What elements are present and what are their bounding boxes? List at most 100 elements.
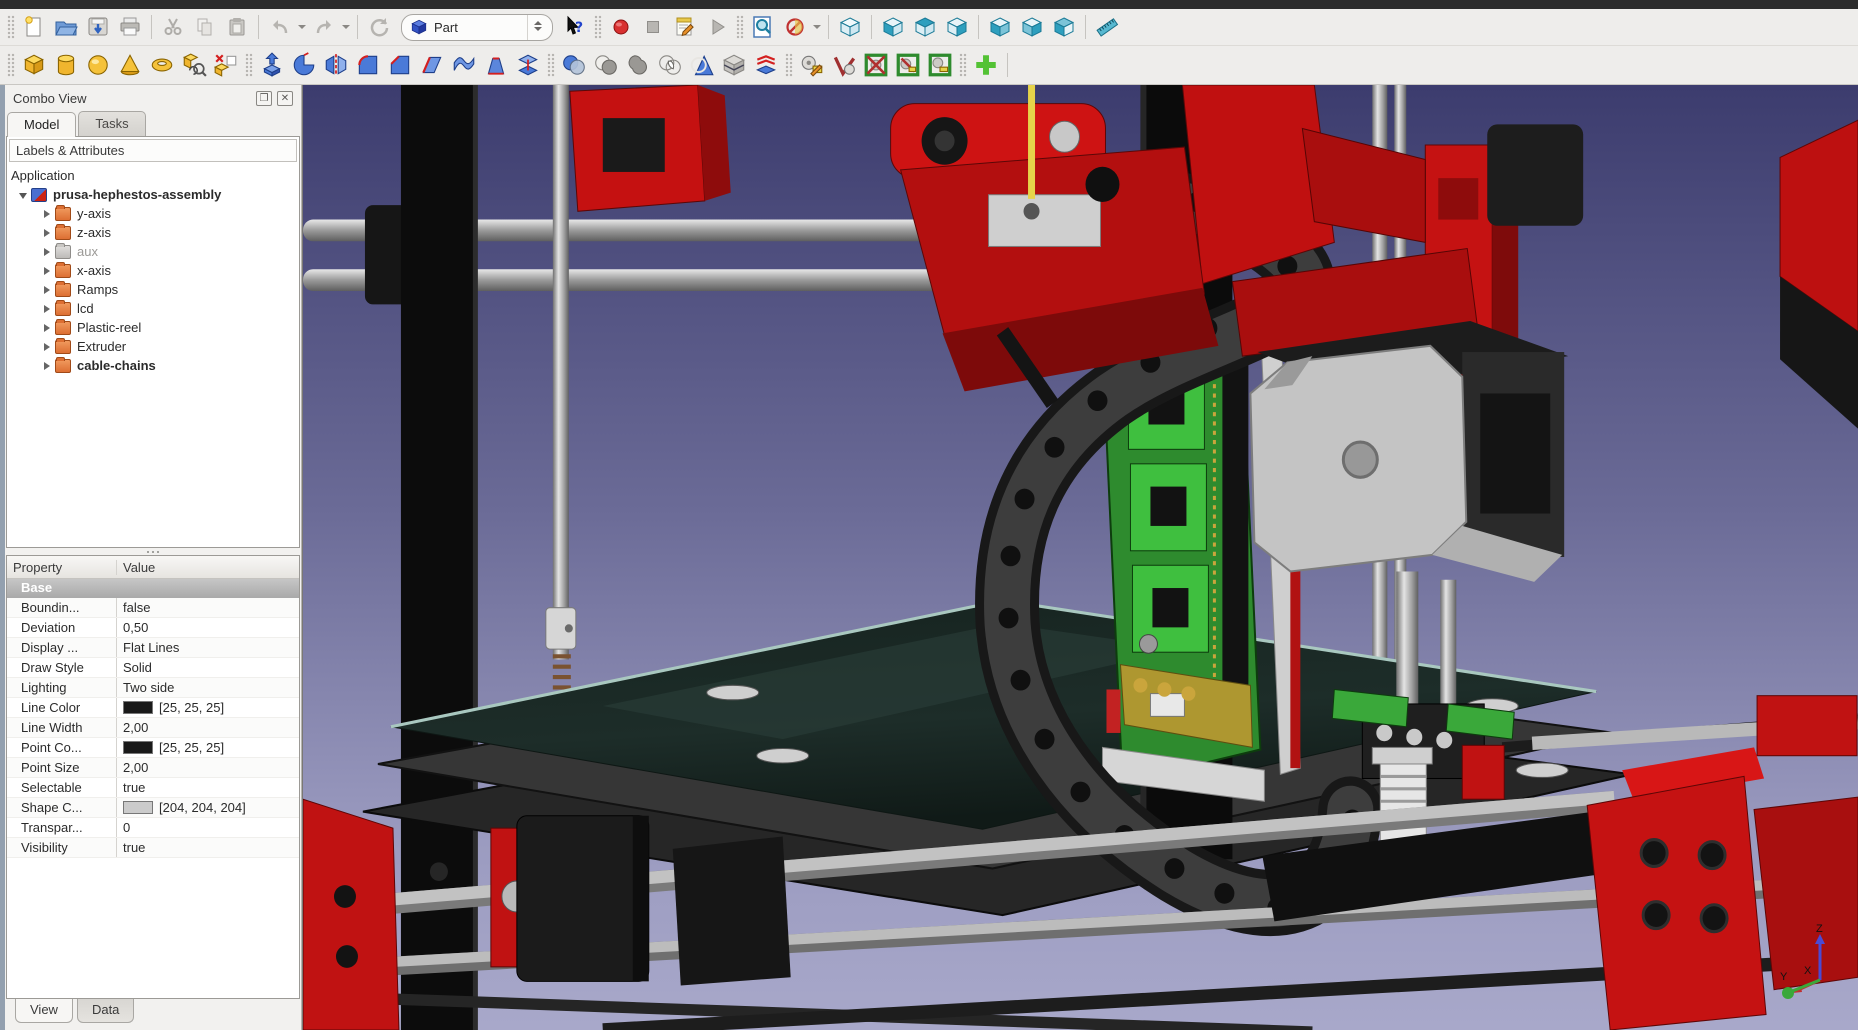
property-row-bounding[interactable]: Boundin...false [7, 598, 299, 618]
print-button[interactable] [114, 12, 146, 42]
redo-button[interactable] [308, 12, 340, 42]
view-front-button[interactable] [877, 12, 909, 42]
property-group-base[interactable]: Base [7, 579, 299, 598]
measure-toggle-3d-button[interactable] [892, 50, 924, 80]
panel-float-button[interactable]: ❐ [256, 91, 272, 106]
toolbar-handle[interactable] [959, 53, 967, 77]
cross-sections-button[interactable] [718, 50, 750, 80]
toolbar-handle[interactable] [547, 53, 555, 77]
measure-toggle-delta-button[interactable] [924, 50, 956, 80]
whats-this-button[interactable]: ? [559, 12, 591, 42]
sweep-button[interactable] [512, 50, 544, 80]
compound-button[interactable] [750, 50, 782, 80]
expand-icon[interactable] [44, 305, 50, 313]
tree-item-plastic-reel[interactable]: Plastic-reel [11, 318, 295, 337]
toolbar-handle[interactable] [7, 15, 15, 39]
tab-model[interactable]: Model [7, 112, 76, 137]
ruled-surface-button[interactable] [448, 50, 480, 80]
measure-distance-button[interactable] [1091, 12, 1123, 42]
part-cylinder-button[interactable] [50, 50, 82, 80]
make-face-button[interactable] [416, 50, 448, 80]
expand-icon[interactable] [44, 362, 50, 370]
revolve-button[interactable] [288, 50, 320, 80]
tab-data[interactable]: Data [77, 999, 134, 1023]
panel-close-button[interactable]: ✕ [277, 91, 293, 106]
macro-edit-button[interactable] [669, 12, 701, 42]
undo-dropdown[interactable] [296, 12, 308, 42]
part-cone-button[interactable] [114, 50, 146, 80]
property-row-transparency[interactable]: Transpar...0 [7, 818, 299, 838]
tree-item-document[interactable]: prusa-hephestos-assembly [11, 185, 295, 204]
mirror-button[interactable] [320, 50, 352, 80]
union-op-button[interactable] [622, 50, 654, 80]
toolbar-handle[interactable] [245, 53, 253, 77]
macro-stop-button[interactable] [637, 12, 669, 42]
tree-item-cable-chains[interactable]: cable-chains [11, 356, 295, 375]
boolean-button[interactable] [558, 50, 590, 80]
part-sphere-button[interactable] [82, 50, 114, 80]
property-row-draw-style[interactable]: Draw StyleSolid [7, 658, 299, 678]
shape-builder-button[interactable] [178, 50, 210, 80]
property-row-shape-color[interactable]: Shape C...[204, 204, 204] [7, 798, 299, 818]
expand-icon[interactable] [44, 210, 50, 218]
measure-linear-button[interactable] [796, 50, 828, 80]
save-button[interactable] [82, 12, 114, 42]
tree-item-y-axis[interactable]: y-axis [11, 204, 295, 223]
expand-icon[interactable] [44, 267, 50, 275]
fillet-button[interactable] [352, 50, 384, 80]
collapse-icon[interactable] [19, 193, 27, 199]
tree-item-lcd[interactable]: lcd [11, 299, 295, 318]
property-row-display[interactable]: Display ...Flat Lines [7, 638, 299, 658]
tree-item-ramps[interactable]: Ramps [11, 280, 295, 299]
toolbar-handle[interactable] [594, 15, 602, 39]
tab-view[interactable]: View [15, 999, 73, 1023]
tree-item-x-axis[interactable]: x-axis [11, 261, 295, 280]
primitives-button[interactable] [210, 50, 242, 80]
macro-play-button[interactable] [701, 12, 733, 42]
toolbar-handle[interactable] [736, 15, 744, 39]
paste-button[interactable] [221, 12, 253, 42]
macro-record-button[interactable] [605, 12, 637, 42]
workbench-selector[interactable]: Part [401, 14, 553, 41]
copy-button[interactable] [189, 12, 221, 42]
panel-splitter[interactable] [5, 548, 301, 555]
expand-icon[interactable] [44, 343, 50, 351]
property-column-header[interactable]: Property [7, 560, 117, 575]
fit-all-button[interactable] [747, 12, 779, 42]
redo-dropdown[interactable] [340, 12, 352, 42]
draw-style-button[interactable] [779, 12, 811, 42]
measure-angular-button[interactable] [828, 50, 860, 80]
expand-icon[interactable] [44, 248, 50, 256]
tree-item-aux[interactable]: aux [11, 242, 295, 261]
open-folder-button[interactable] [50, 12, 82, 42]
cut-op-button[interactable] [590, 50, 622, 80]
expand-icon[interactable] [44, 324, 50, 332]
loft-button[interactable] [480, 50, 512, 80]
refresh-button[interactable] [363, 12, 395, 42]
cut-button[interactable] [157, 12, 189, 42]
property-row-line-width[interactable]: Line Width2,00 [7, 718, 299, 738]
expand-icon[interactable] [44, 286, 50, 294]
view-bottom-button[interactable] [1016, 12, 1048, 42]
view-rear-button[interactable] [984, 12, 1016, 42]
toolbar-handle[interactable] [7, 53, 15, 77]
property-row-point-size[interactable]: Point Size2,00 [7, 758, 299, 778]
tree-item-extruder[interactable]: Extruder [11, 337, 295, 356]
property-row-visibility[interactable]: Visibilitytrue [7, 838, 299, 858]
section-op-button[interactable] [686, 50, 718, 80]
expand-icon[interactable] [44, 229, 50, 237]
chamfer-button[interactable] [384, 50, 416, 80]
workbench-spinner[interactable] [527, 15, 548, 40]
part-box-button[interactable] [18, 50, 50, 80]
part-torus-button[interactable] [146, 50, 178, 80]
common-op-button[interactable] [654, 50, 686, 80]
toolbar-handle[interactable] [785, 53, 793, 77]
view-left-button[interactable] [1048, 12, 1080, 42]
property-row-point-color[interactable]: Point Co...[25, 25, 25] [7, 738, 299, 758]
3d-viewport[interactable]: Z X Y [302, 85, 1858, 1030]
property-row-lighting[interactable]: LightingTwo side [7, 678, 299, 698]
view-right-button[interactable] [941, 12, 973, 42]
tab-tasks[interactable]: Tasks [78, 111, 145, 136]
property-row-selectable[interactable]: Selectabletrue [7, 778, 299, 798]
add-item-button[interactable] [970, 50, 1002, 80]
